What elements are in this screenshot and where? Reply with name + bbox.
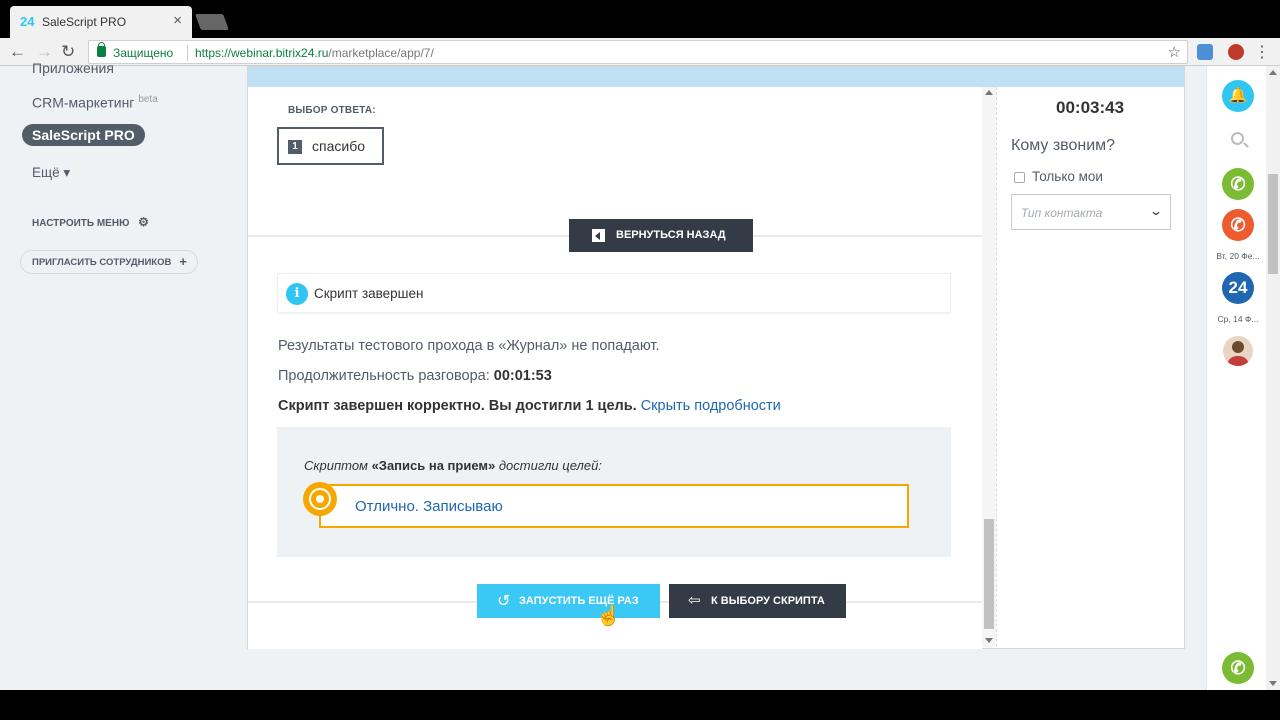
extension-icon[interactable] [1197, 44, 1213, 60]
script-area: ВЫБОР ОТВЕТА: 1 спасибо ВЕРНУТЬСЯ НАЗАД … [248, 87, 982, 649]
invite-label: ПРИГЛАСИТЬ СОТРУДНИКОВ [32, 257, 172, 268]
sidebar-item-crm-marketing[interactable]: CRM-маркетинг beta [32, 94, 158, 111]
beta-badge: beta [138, 94, 158, 105]
answer-number: 1 [288, 140, 302, 154]
choose-script-button[interactable]: ⇦ К ВЫБОРУ СКРИПТА [669, 584, 846, 618]
gear-icon: ⚙ [138, 215, 149, 229]
scrollbar-thumb[interactable] [984, 519, 994, 629]
tab-title: SaleScript PRO [42, 15, 127, 29]
left-sidebar: Приложения CRM-маркетинг beta SaleScript… [0, 60, 226, 690]
hide-details-link[interactable]: Скрыть подробности [641, 398, 781, 414]
chevron-down-icon: ⌄ [1148, 204, 1164, 218]
call-timer: 00:03:43 [1056, 98, 1125, 117]
script-scrollbar[interactable] [982, 87, 996, 647]
answer-text: спасибо [312, 138, 365, 154]
answer-option-button[interactable]: 1 спасибо [277, 127, 384, 165]
panel-divider [996, 87, 997, 647]
secure-label: Защищено [113, 46, 174, 60]
plus-icon: + [179, 254, 187, 269]
duration-value: 00:01:53 [493, 368, 552, 384]
recent-date-1: Вт, 20 Фе... [1216, 251, 1260, 261]
script-name: «Запись на прием» [371, 458, 496, 473]
screen: 24 SaleScript PRO × ← → ↻ Защищено https… [0, 0, 1280, 720]
salescript-app: ВЫБОР ОТВЕТА: 1 спасибо ВЕРНУТЬСЯ НАЗАД … [247, 66, 1185, 649]
call-duration: Продолжительность разговора: 00:01:53 [278, 368, 552, 384]
contact-type-placeholder: Тип контакта [1021, 206, 1103, 220]
back-arrow-icon [592, 229, 605, 242]
scrollbar-thumb[interactable] [1268, 174, 1278, 274]
phone-call-icon[interactable]: ✆ [1222, 652, 1254, 684]
scroll-down-icon[interactable] [985, 638, 993, 643]
who-calling-heading: Кому звоним? [1011, 137, 1116, 154]
target-icon [303, 482, 337, 516]
goals-box: Скриптом «Запись на прием» достигли целе… [277, 427, 951, 557]
sidebar-more[interactable]: Ещё ▾ [32, 165, 70, 181]
choose-script-label: К ВЫБОРУ СКРИПТА [711, 595, 825, 607]
bookmark-star-icon[interactable]: ☆ [1168, 43, 1181, 61]
contact-type-select[interactable]: Тип контакта ⌄ [1011, 194, 1171, 230]
phone-red-icon[interactable]: ✆ [1222, 209, 1254, 241]
avatar[interactable] [1223, 336, 1253, 366]
go-back-button[interactable]: ВЕРНУТЬСЯ НАЗАД [569, 219, 753, 252]
app-top-band [248, 67, 1184, 87]
bitrix24-favicon: 24 [20, 14, 35, 29]
scroll-up-icon[interactable] [985, 90, 993, 95]
completion-status: Скрипт завершен корректно. Вы достигли 1… [278, 398, 781, 414]
address-divider [187, 45, 188, 61]
restart-icon: ↺ [497, 593, 511, 610]
goal-text: Отлично. Записываю [355, 498, 503, 515]
goals-heading-post: достигли целей: [495, 458, 602, 473]
test-result-note: Результаты тестового прохода в «Журнал» … [278, 338, 660, 354]
page-scrollbar[interactable] [1266, 66, 1280, 690]
answer-heading: ВЫБОР ОТВЕТА: [288, 105, 376, 116]
bell-icon[interactable]: 🔔 [1222, 80, 1254, 112]
browser-menu-icon[interactable]: ⋮ [1254, 42, 1270, 62]
lock-icon [97, 42, 106, 57]
sidebar-item-salescript-pro[interactable]: SaleScript PRO [22, 124, 145, 146]
extension-record-icon[interactable] [1228, 44, 1244, 60]
hand-cursor-icon: ☝ [596, 605, 621, 627]
completion-text: Скрипт завершен корректно. Вы достигли 1… [278, 398, 637, 414]
tab-close-icon[interactable]: × [173, 12, 182, 29]
reload-icon[interactable]: ↻ [61, 42, 75, 62]
goal-item: Отлично. Записываю [319, 484, 909, 528]
go-back-label: ВЕРНУТЬСЯ НАЗАД [616, 229, 726, 241]
bottom-letterbox [0, 690, 1280, 720]
arrow-left-icon: ⇦ [688, 592, 701, 609]
checkbox-box[interactable] [1014, 171, 1025, 183]
scroll-up-icon[interactable] [1269, 70, 1277, 75]
sidebar-item-label: CRM-маркетинг [32, 94, 135, 111]
browser-tabstrip: 24 SaleScript PRO × [0, 0, 1280, 38]
goals-heading-pre: Скриптом [304, 458, 372, 473]
only-mine-label: Только мои [1032, 169, 1103, 184]
configure-menu-label: НАСТРОИТЬ МЕНЮ [32, 218, 130, 229]
right-bar: 🔔 ✆ ✆ Вт, 20 Фе... 24 Ср, 14 Ф... ✆ [1206, 66, 1266, 690]
search-icon[interactable] [1231, 132, 1244, 145]
url-host: https://webinar.bitrix24.ru [195, 46, 329, 60]
info-icon: i [286, 283, 308, 305]
configure-menu[interactable]: НАСТРОИТЬ МЕНЮ ⚙ [32, 215, 149, 229]
back-icon[interactable]: ← [9, 42, 26, 62]
duration-label: Продолжительность разговора: [278, 368, 494, 384]
bitrix24-badge[interactable]: 24 [1222, 272, 1254, 304]
address-bar[interactable]: Защищено https://webinar.bitrix24.ru/mar… [88, 40, 1188, 64]
phone-green-icon[interactable]: ✆ [1222, 168, 1254, 200]
run-again-button[interactable]: ↺ ЗАПУСТИТЬ ЕЩЁ РАЗ [477, 584, 660, 618]
scroll-down-icon[interactable] [1269, 681, 1277, 686]
url-path: /marketplace/app/7/ [328, 46, 434, 60]
notice-text: Скрипт завершен [314, 286, 424, 301]
url-text[interactable]: https://webinar.bitrix24.ru/marketplace/… [195, 46, 434, 60]
only-mine-checkbox[interactable]: Только мои [1014, 169, 1103, 184]
goals-heading: Скриптом «Запись на прием» достигли целе… [304, 458, 602, 473]
sidebar-item-apps[interactable]: Приложения [32, 60, 114, 76]
recent-date-2: Ср, 14 Ф... [1217, 314, 1259, 324]
forward-icon[interactable]: → [36, 42, 53, 62]
invite-employees-button[interactable]: ПРИГЛАСИТЬ СОТРУДНИКОВ + [20, 250, 198, 274]
new-tab-button[interactable] [195, 14, 229, 30]
script-finished-notice: i Скрипт завершен [277, 273, 951, 313]
browser-toolbar: ← → ↻ Защищено https://webinar.bitrix24.… [0, 38, 1280, 66]
browser-tab[interactable]: 24 SaleScript PRO × [10, 6, 192, 38]
call-panel: 00:03:43 Кому звоним? Только мои Тип кон… [998, 87, 1184, 647]
